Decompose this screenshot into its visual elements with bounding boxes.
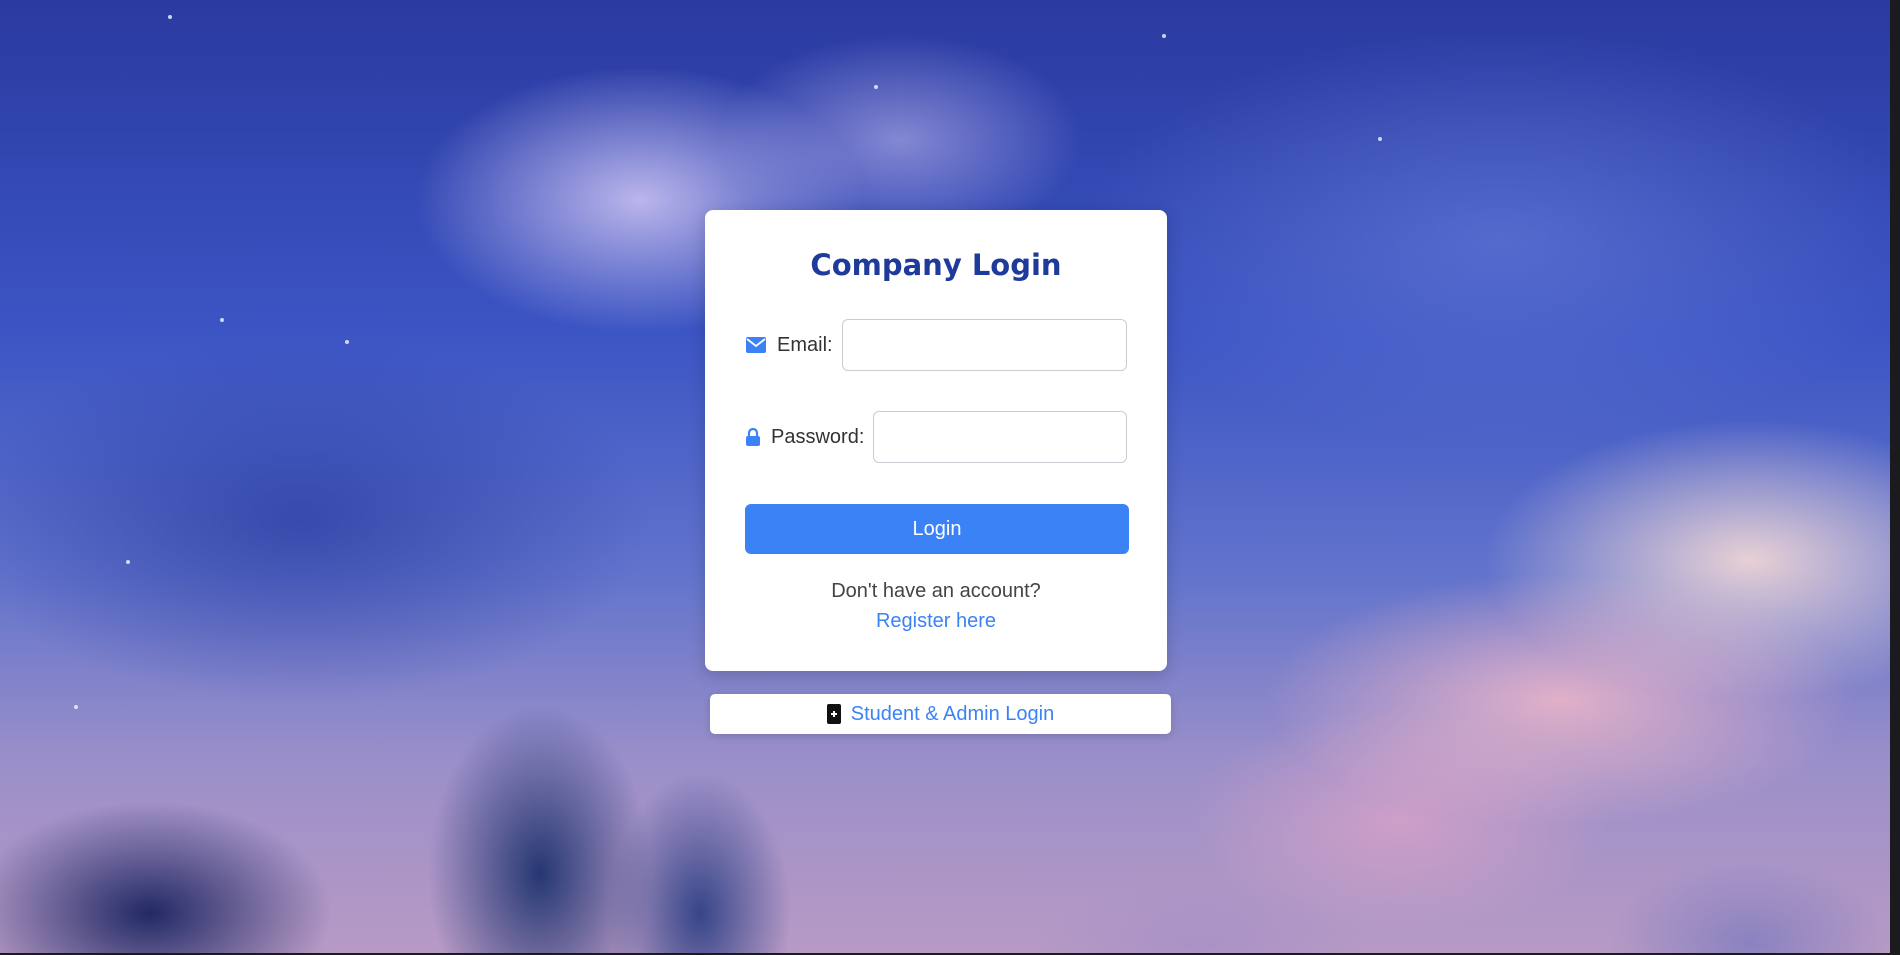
lock-icon xyxy=(745,426,761,448)
window-edge xyxy=(1890,0,1900,955)
password-label: Password: xyxy=(771,425,865,448)
student-admin-login-label: Student & Admin Login xyxy=(850,702,1055,725)
background-star xyxy=(74,705,78,709)
register-link[interactable]: Register here xyxy=(705,610,1167,633)
id-badge-icon xyxy=(826,704,841,724)
background-star xyxy=(220,318,224,322)
student-admin-login-button[interactable]: Student & Admin Login xyxy=(710,694,1171,734)
password-row: Password: xyxy=(745,411,1128,463)
login-card: Company Login Email: Password: Login Don… xyxy=(705,210,1167,671)
page-title: Company Login xyxy=(810,248,1062,282)
password-field[interactable] xyxy=(873,411,1128,463)
email-row: Email: xyxy=(745,319,1127,371)
background-star xyxy=(1162,34,1166,38)
background-star xyxy=(126,560,130,564)
email-field[interactable] xyxy=(841,319,1127,371)
login-button[interactable]: Login xyxy=(745,504,1129,554)
no-account-text: Don't have an account? xyxy=(831,580,1041,602)
background-star xyxy=(168,15,172,19)
background-star xyxy=(874,85,878,89)
email-label: Email: xyxy=(777,333,833,356)
background-star xyxy=(345,340,349,344)
envelope-icon xyxy=(745,334,767,356)
background-star xyxy=(1378,137,1382,141)
